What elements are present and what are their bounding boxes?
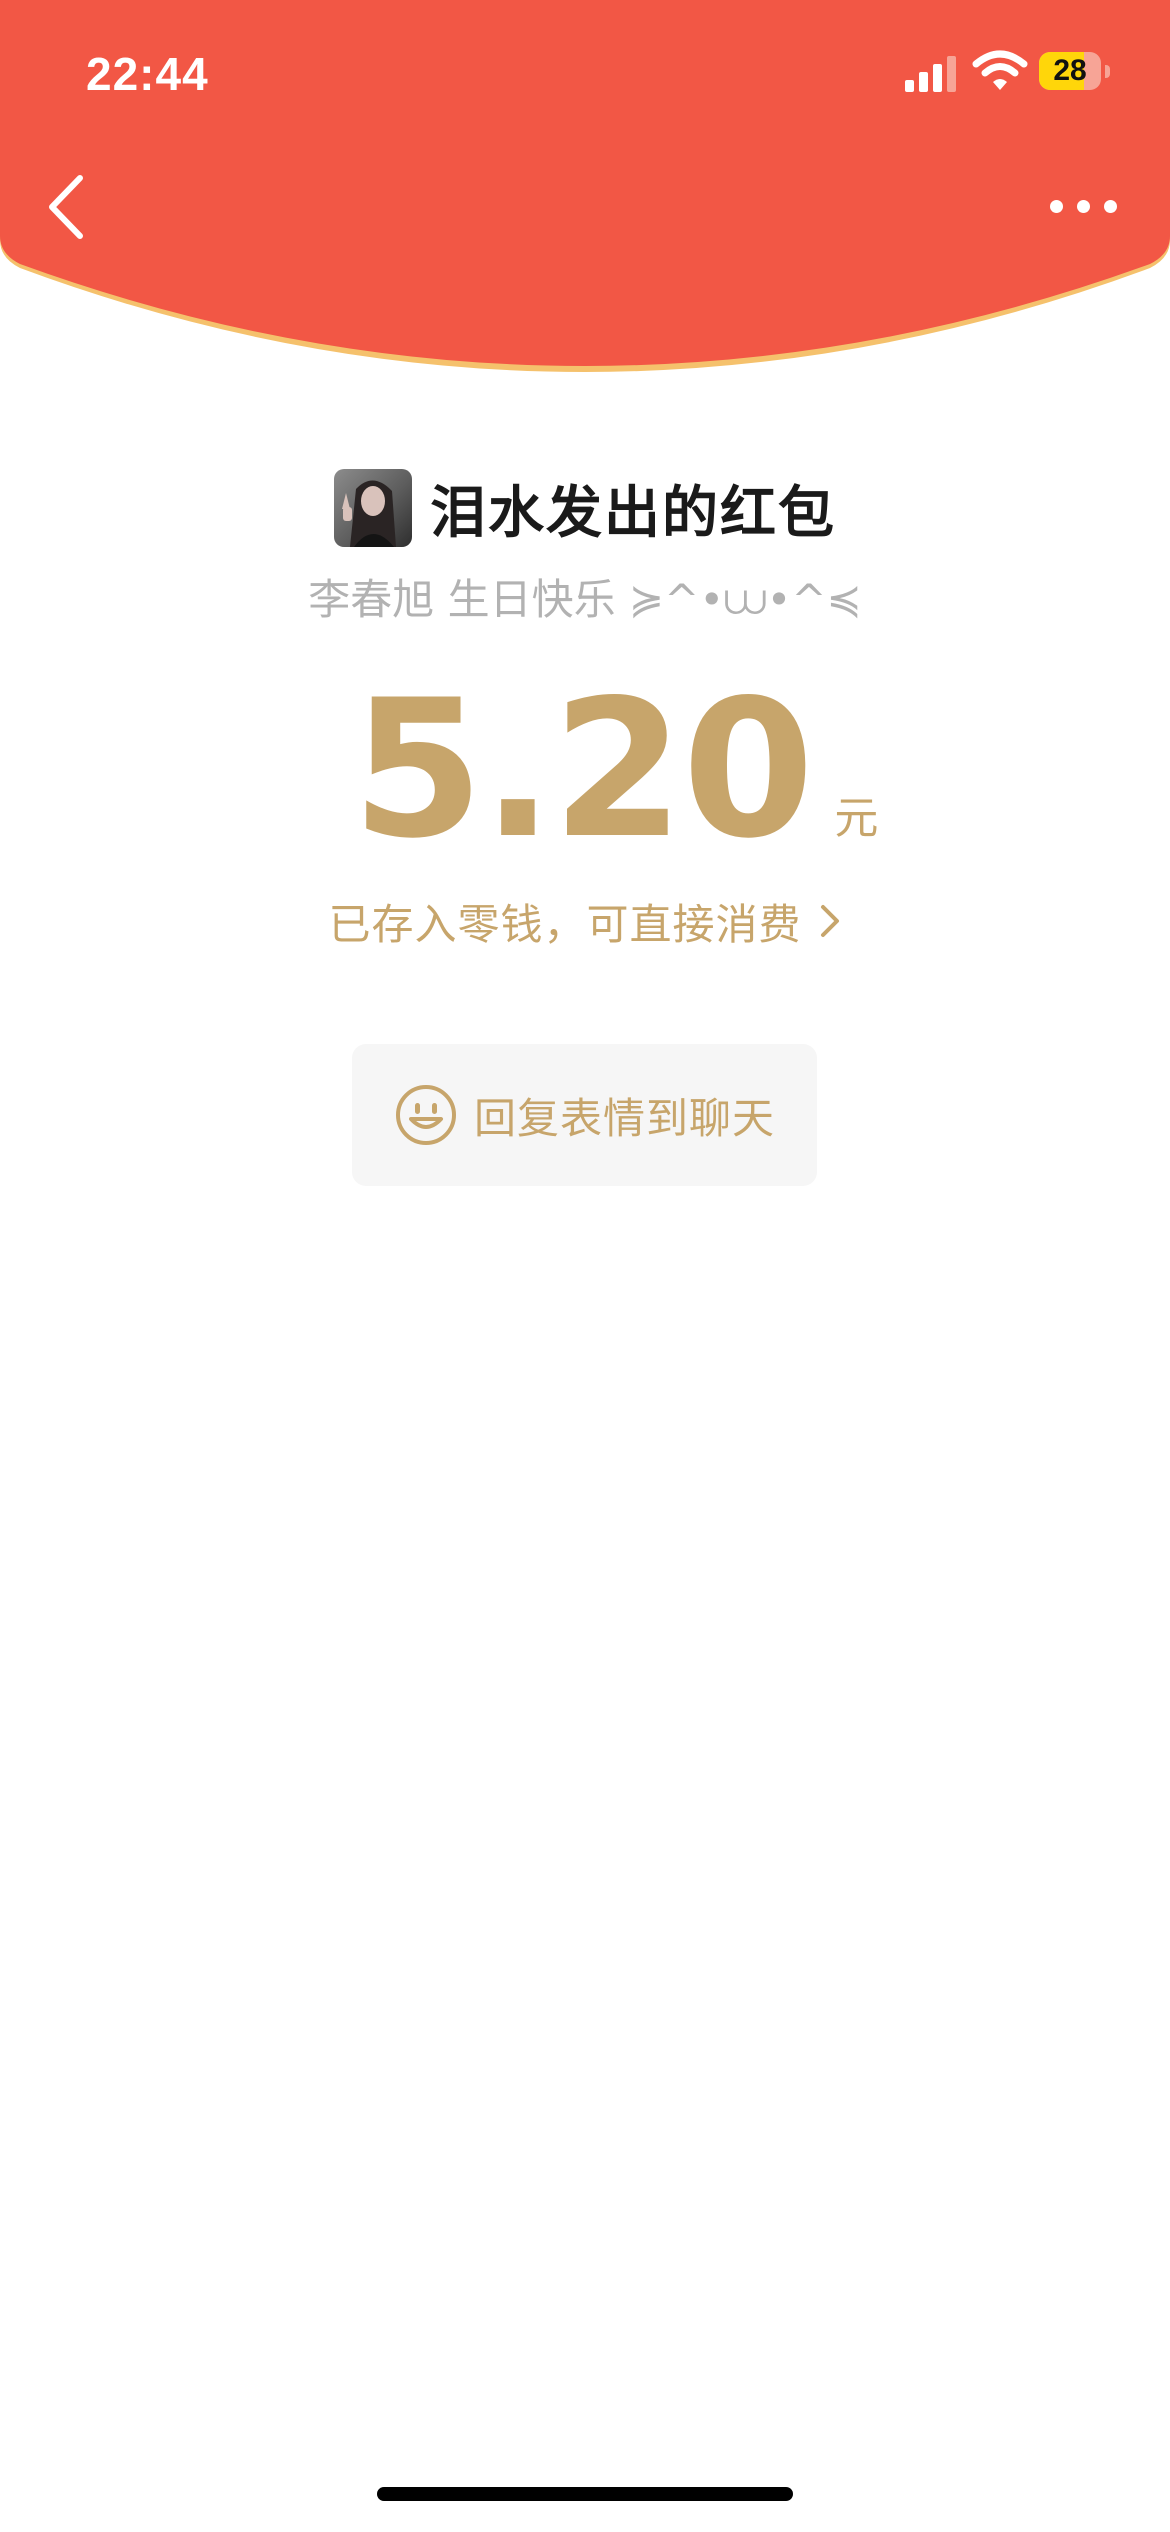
home-indicator[interactable] [377, 2487, 793, 2501]
amount-value: 5.20 [351, 659, 815, 880]
chevron-right-icon [820, 905, 839, 937]
cellular-signal-icon [905, 56, 956, 92]
blessing-message: 李春旭 生日快乐 ≽^•⩊•^≼ [308, 575, 862, 624]
ellipsis-icon-dot [1104, 200, 1117, 213]
wallet-link-label: 已存入零钱，可直接消费 [328, 899, 802, 949]
battery-level: 28 [1053, 54, 1087, 87]
battery-icon: 28 [1039, 52, 1111, 92]
wifi-icon [972, 50, 1028, 90]
status-time: 22:44 [86, 48, 209, 100]
wallet-balance-link[interactable]: 已存入零钱，可直接消费 [0, 888, 1170, 954]
smile-icon [395, 1085, 456, 1145]
more-options-button[interactable] [1050, 185, 1122, 227]
reply-sticker-button[interactable]: 回复表情到聊天 [352, 1044, 817, 1186]
amount-row: 5.20 元 [0, 659, 1170, 880]
sender-title: 泪水发出的红包 [430, 480, 836, 546]
ellipsis-icon [1050, 200, 1063, 213]
avatar[interactable] [334, 469, 412, 547]
back-button[interactable] [40, 170, 100, 244]
ellipsis-icon-dot [1077, 200, 1090, 213]
battery-tip [1105, 65, 1110, 78]
reply-sticker-label: 回复表情到聊天 [473, 1093, 775, 1143]
red-packet-detail-screen: 22:44 28 泪水发出的红包 李春旭 生日快乐 ≽^•⩊•^≼ 5.20 元… [0, 0, 1170, 2532]
battery-body: 28 [1039, 52, 1101, 90]
currency-unit: 元 [834, 793, 879, 844]
sender-row: 泪水发出的红包 [0, 468, 1170, 548]
